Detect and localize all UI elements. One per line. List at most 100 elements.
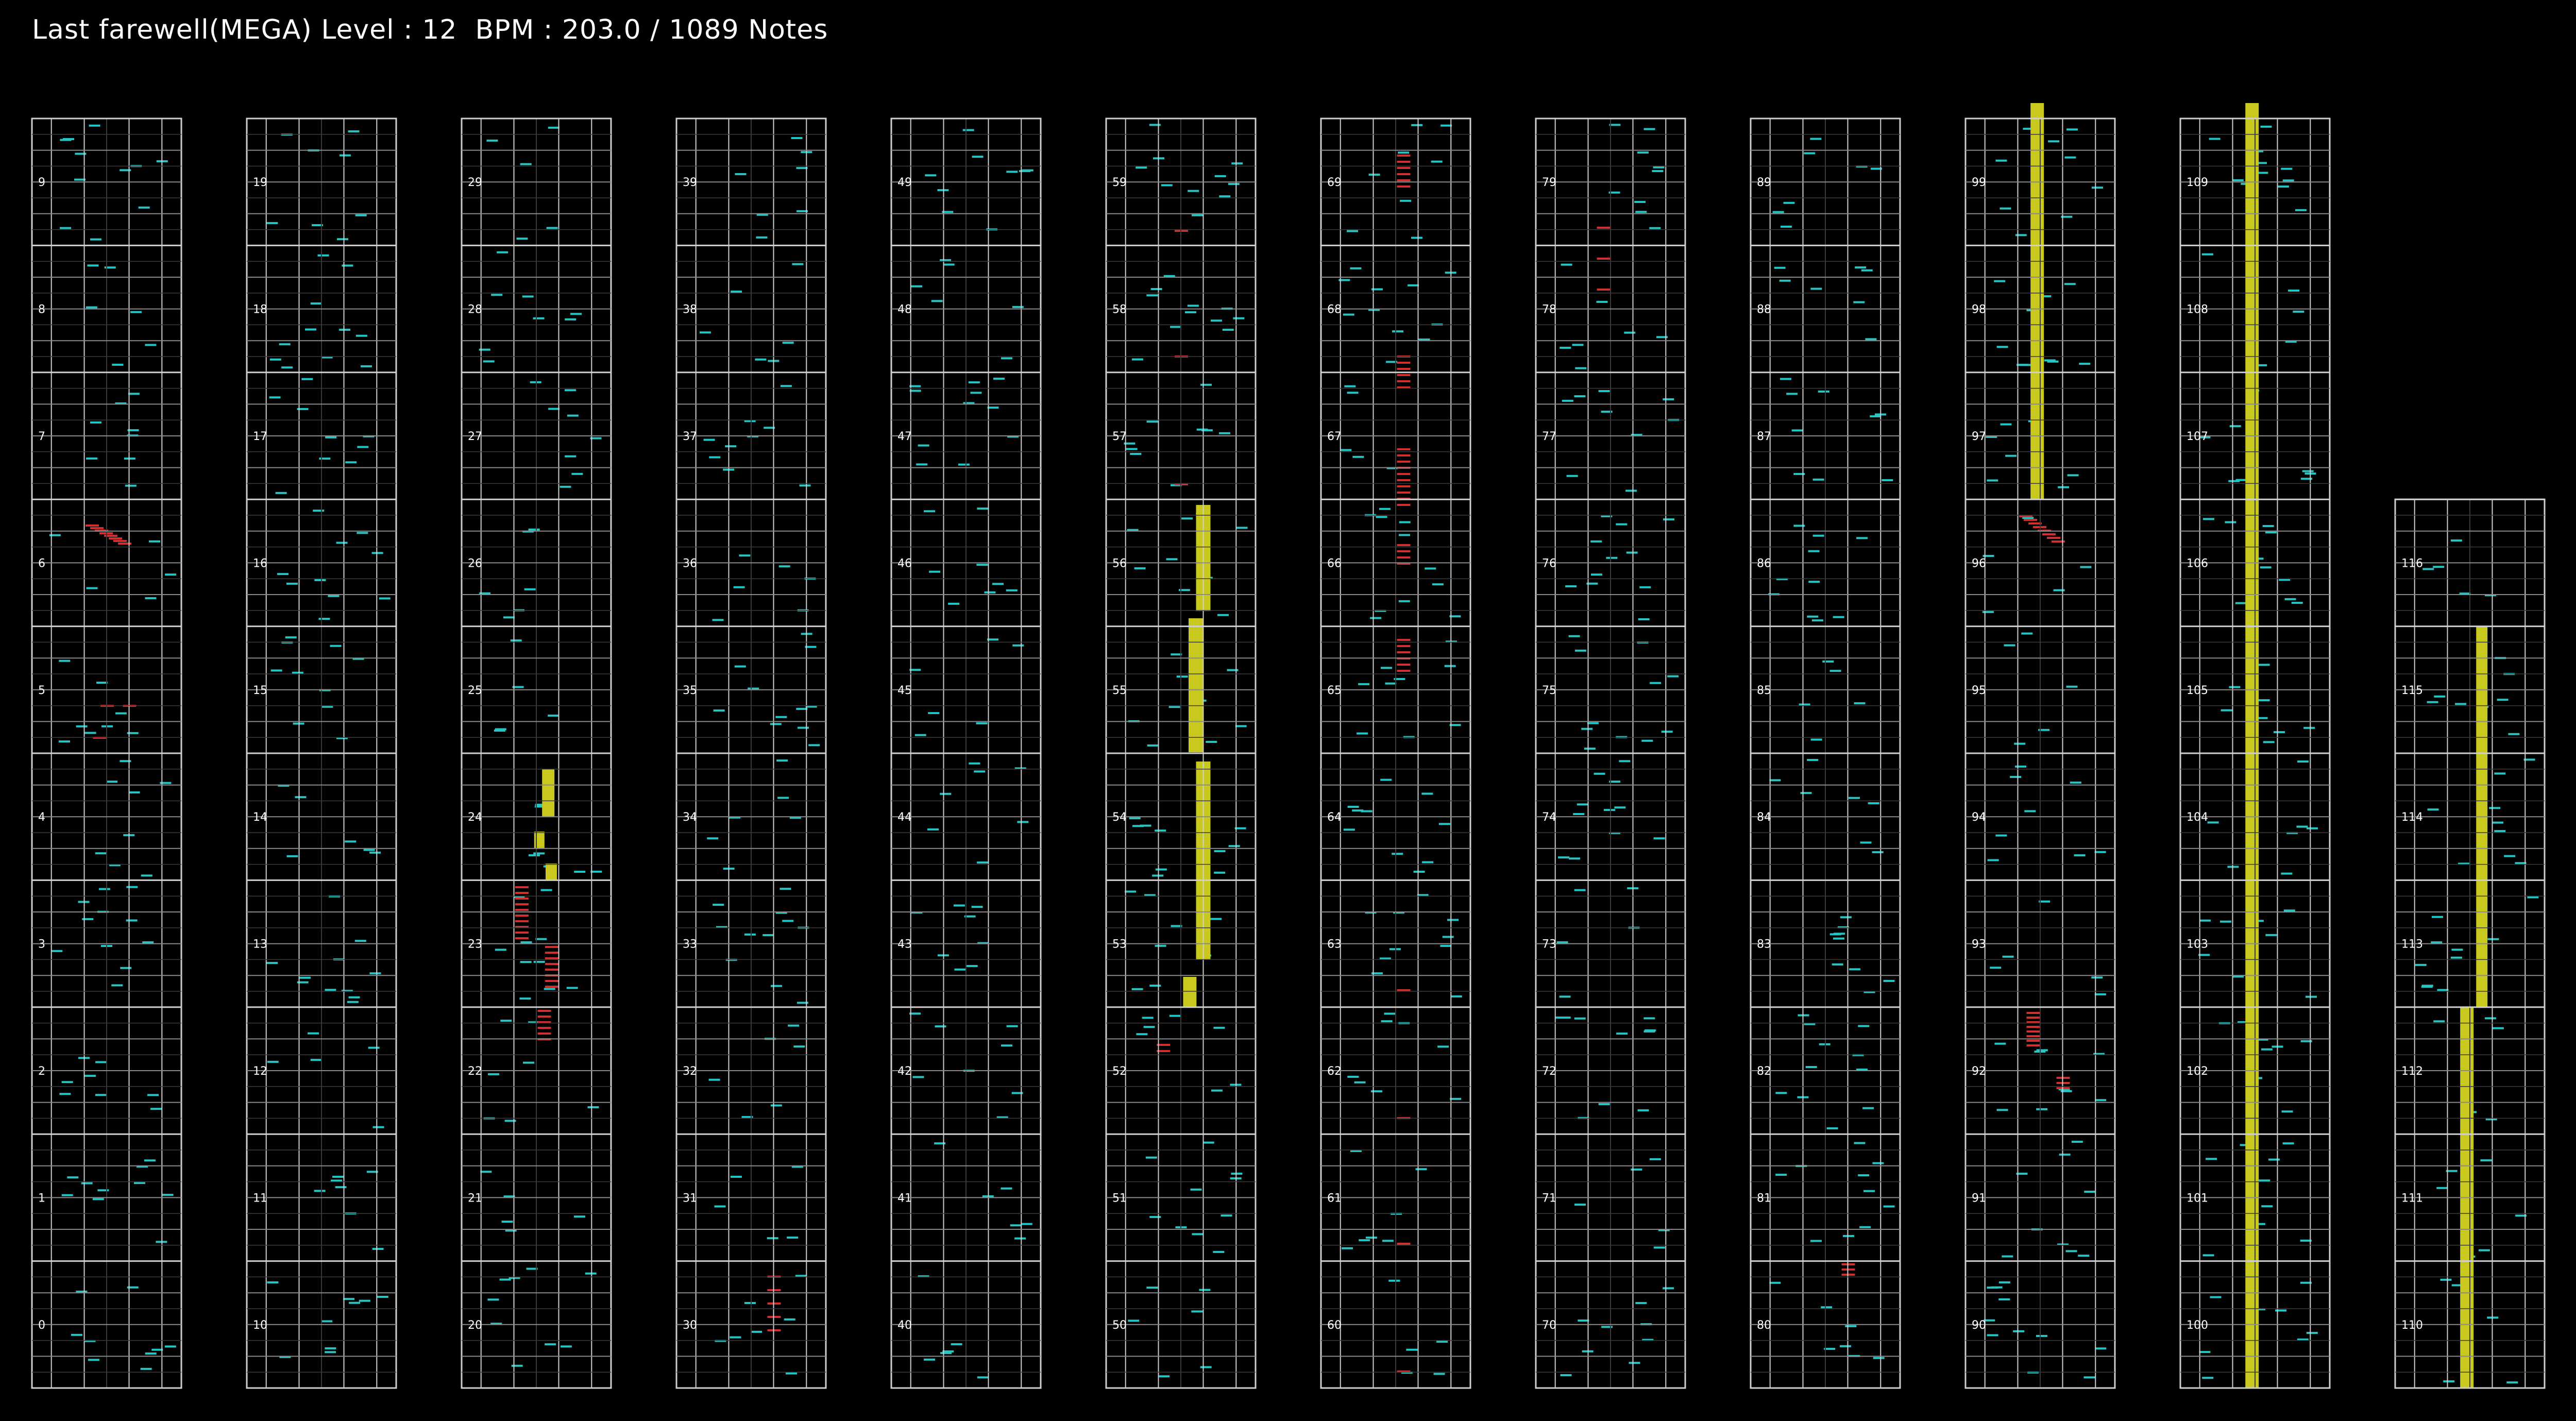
tap-note xyxy=(2443,1380,2455,1383)
measure-number: 64 xyxy=(1327,811,1342,824)
tap-note xyxy=(345,461,357,464)
tap-note xyxy=(1663,1287,1674,1290)
tap-note xyxy=(2282,179,2294,182)
tap-note xyxy=(1598,1103,1610,1106)
tap-note xyxy=(61,1081,73,1084)
tap-note xyxy=(545,1343,556,1346)
tap-note xyxy=(1421,792,1433,795)
tap-note xyxy=(1400,199,1412,202)
tap-note xyxy=(1357,732,1368,735)
tap-note xyxy=(2450,539,2462,542)
tap-note xyxy=(1236,527,1248,529)
measure-number: 106 xyxy=(2187,557,2208,570)
tap-note xyxy=(587,1106,599,1109)
tap-note xyxy=(1155,868,1167,871)
flick-note xyxy=(2026,1044,2040,1046)
tap-note xyxy=(1810,1240,1822,1242)
tap-note xyxy=(782,920,794,922)
tap-note xyxy=(1150,288,1162,291)
tap-note xyxy=(1807,758,1819,761)
measure-number: 48 xyxy=(897,303,912,316)
tap-note xyxy=(1799,703,1810,706)
tap-note xyxy=(487,1298,499,1301)
tap-note xyxy=(2427,701,2438,703)
measure-number: 21 xyxy=(468,1192,482,1205)
tap-note xyxy=(2263,741,2275,743)
tap-note xyxy=(87,264,99,267)
tap-note xyxy=(349,1301,361,1304)
tap-note xyxy=(1128,1320,1140,1322)
tap-note xyxy=(1358,683,1370,685)
tap-note xyxy=(92,1198,104,1200)
tap-note xyxy=(1001,1044,1013,1047)
tap-note xyxy=(138,206,150,209)
measure-number: 62 xyxy=(1327,1065,1342,1078)
tap-note xyxy=(937,189,949,192)
flick-note xyxy=(545,980,558,982)
flick-note xyxy=(1397,448,1411,450)
tap-note xyxy=(1440,124,1452,127)
tap-note xyxy=(1829,670,1841,672)
flick-note xyxy=(1397,179,1411,181)
tap-note xyxy=(2201,253,2213,256)
tap-note xyxy=(151,1348,163,1351)
tap-note xyxy=(1804,152,1816,155)
tap-note xyxy=(1786,393,1798,395)
tap-note xyxy=(495,728,506,731)
tap-note xyxy=(325,989,336,991)
tap-note xyxy=(369,972,381,975)
flick-note xyxy=(2026,1040,2040,1042)
tap-note xyxy=(1359,1239,1370,1242)
tap-note xyxy=(1190,1188,1202,1191)
tap-note xyxy=(725,445,737,448)
flick-note xyxy=(2024,519,2037,521)
tap-note xyxy=(2440,1278,2452,1281)
measure-number: 11 xyxy=(253,1192,267,1205)
tap-note xyxy=(2437,989,2449,991)
tap-note xyxy=(1808,550,1820,552)
measure-number: 90 xyxy=(1972,1319,1986,1332)
tap-note xyxy=(2487,938,2499,940)
tap-note xyxy=(357,532,368,534)
tap-note xyxy=(2494,830,2506,833)
measure-number: 13 xyxy=(253,938,267,951)
tap-note xyxy=(314,1190,326,1192)
measure-column xyxy=(890,117,1042,1389)
measure-number: 28 xyxy=(468,303,482,316)
tap-note xyxy=(1129,817,1141,820)
tap-note xyxy=(770,985,782,987)
tap-note xyxy=(165,573,177,576)
tap-note xyxy=(1149,124,1161,126)
tap-note xyxy=(2268,1158,2280,1161)
measure-number: 55 xyxy=(1112,684,1127,697)
tap-note xyxy=(2071,1141,2083,1143)
tap-note xyxy=(377,1296,388,1298)
flick-note xyxy=(1397,1243,1411,1245)
tap-note xyxy=(2095,1099,2107,1102)
tap-note xyxy=(976,722,988,724)
flick-note xyxy=(545,957,558,959)
tap-note xyxy=(1808,581,1820,583)
tap-note xyxy=(953,904,965,907)
tap-note xyxy=(2070,781,2081,784)
tap-note xyxy=(1853,301,1865,303)
tap-note xyxy=(770,723,782,725)
tap-note xyxy=(1213,1250,1225,1253)
tap-note xyxy=(565,318,577,320)
tap-note xyxy=(354,940,366,942)
tap-note xyxy=(1566,475,1578,477)
tap-note xyxy=(2277,185,2289,188)
tap-note xyxy=(1146,1287,1158,1289)
tap-note xyxy=(1987,479,1998,482)
tap-note xyxy=(292,671,303,674)
tap-note xyxy=(1161,184,1173,187)
tap-note xyxy=(1645,1029,1656,1031)
tap-note xyxy=(126,919,138,922)
measure-number: 83 xyxy=(1757,938,1771,951)
tap-note xyxy=(2015,765,2027,768)
tap-note xyxy=(566,987,578,989)
measure-number: 75 xyxy=(1542,684,1556,697)
measure-number: 66 xyxy=(1327,557,1342,570)
tap-note xyxy=(279,343,291,346)
measure-column xyxy=(1105,117,1257,1389)
